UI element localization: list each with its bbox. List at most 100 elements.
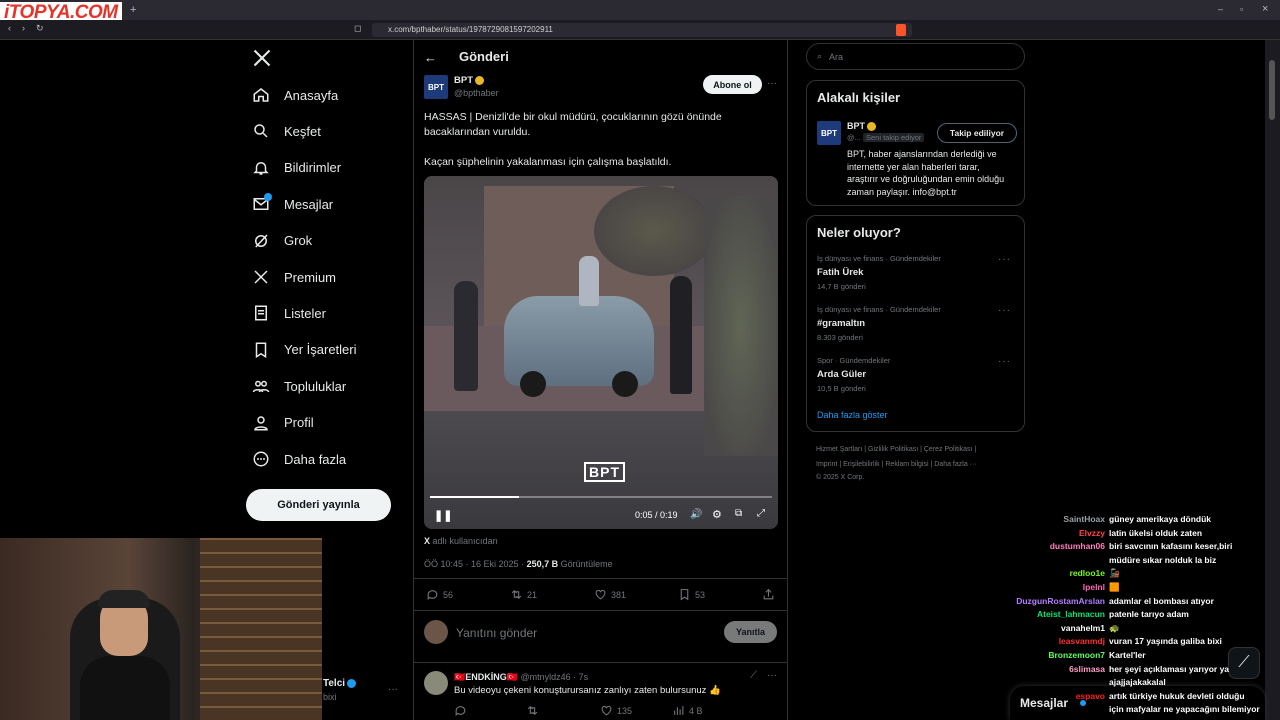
- nav-item[interactable]: Anasayfa: [252, 83, 338, 107]
- reply-avatar[interactable]: [424, 671, 448, 695]
- related-title: Alakalı kişiler: [817, 90, 901, 105]
- bookmark-action[interactable]: 53: [678, 588, 705, 601]
- nav-item-label: Listeler: [284, 305, 326, 321]
- volume-icon[interactable]: 🔊: [690, 509, 702, 520]
- trend-item[interactable]: İş dünyası ve finans · Gündemdekiler #gra…: [817, 305, 1017, 342]
- account-name[interactable]: Telci: [323, 678, 357, 689]
- video-progress-track[interactable]: [430, 496, 772, 498]
- back-arrow-icon[interactable]: ‹: [8, 23, 11, 33]
- chat-username: 6slimasa: [1069, 663, 1105, 674]
- post-meta: ÖÖ 10:45 · 16 Eki 2025 · 250,7 B Görüntü…: [424, 559, 613, 569]
- nav-item[interactable]: Premium: [252, 265, 336, 289]
- chat-username: redloo1e: [1069, 568, 1105, 579]
- chat-message: 6slimasa her şeyi açıklaması yarıyor ya: [1000, 664, 1280, 674]
- new-tab-button[interactable]: +: [130, 4, 136, 16]
- footer-links[interactable]: Imprint | Erişilebilirlik | Reklam bilgi…: [816, 461, 977, 468]
- pip-icon[interactable]: ⧉: [735, 508, 742, 519]
- pause-icon[interactable]: ❚❚: [434, 509, 452, 522]
- grok-icon[interactable]: ⟋: [750, 670, 757, 681]
- source-attribution[interactable]: X adlı kullanıcıdan: [424, 536, 498, 546]
- chat-username: Ipelnl: [1082, 582, 1105, 592]
- chat-text: Kartel'ler: [1109, 650, 1146, 660]
- settings-icon[interactable]: ⚙: [712, 508, 722, 521]
- chat-username: Ateist_lahmacun: [1036, 609, 1105, 620]
- nav-item-label: Anasayfa: [284, 87, 339, 103]
- post-button[interactable]: Gönderi yayınla: [246, 489, 391, 521]
- minimize-button[interactable]: –: [1218, 4, 1223, 14]
- x-logo-icon[interactable]: [252, 48, 272, 73]
- fullscreen-icon[interactable]: ⤢: [757, 508, 765, 519]
- chat-text: latin ükelsi olduk zaten: [1109, 527, 1203, 538]
- footer-links[interactable]: Hizmet Şartları | Gizlilik Politikası | …: [816, 446, 976, 453]
- chat-username: leasvanmdj: [1058, 636, 1105, 647]
- trend-item[interactable]: İş dünyası ve finans · Gündemdekiler Fati…: [817, 254, 1017, 291]
- reply-like-action[interactable]: 135: [600, 704, 632, 717]
- back-icon[interactable]: ←: [424, 50, 437, 65]
- nav-item[interactable]: Profil: [252, 411, 314, 435]
- like-action[interactable]: 381: [594, 588, 626, 601]
- maximize-button[interactable]: ▫: [1240, 4, 1243, 14]
- nav-item-label: Daha fazla: [284, 451, 347, 467]
- show-more-link[interactable]: Daha fazla göster: [817, 410, 888, 420]
- chat-username: Elvzzy: [1079, 527, 1105, 538]
- my-avatar: [424, 620, 448, 644]
- nav-item-label: Mesajlar: [284, 196, 334, 212]
- divider: [414, 662, 787, 663]
- following-button[interactable]: Takip ediliyor: [937, 123, 1017, 143]
- chat-text: güney amerikaya döndük: [1109, 514, 1212, 524]
- nav-item[interactable]: Bildirimler: [252, 156, 341, 180]
- chat-text: patenle tarıyo adam: [1109, 609, 1189, 620]
- brave-shield-icon[interactable]: [896, 24, 906, 36]
- related-people-card: Alakalı kişiler BPT BPT @... Seni takip …: [806, 80, 1025, 206]
- repost-action[interactable]: 21: [510, 588, 537, 601]
- chat-text: 🐢: [1109, 622, 1120, 633]
- related-name[interactable]: BPT: [847, 121, 876, 132]
- nav-item[interactable]: Daha fazla: [252, 447, 346, 471]
- nav-item[interactable]: Topluluklar: [252, 374, 346, 398]
- reload-icon[interactable]: ↻: [36, 23, 44, 34]
- account-more-icon[interactable]: ···: [388, 684, 398, 695]
- scrollbar-thumb[interactable]: [1269, 60, 1275, 120]
- video-player[interactable]: BPT ❚❚ 0:05 / 0:19 🔊 ⚙ ⧉ ⤢: [424, 176, 778, 529]
- reply-views-action[interactable]: 4 B: [672, 704, 703, 717]
- person-icon: [254, 415, 268, 431]
- post-text: HASSAS | Denizli'de bir okul müdürü, çoc…: [424, 111, 722, 168]
- close-window-button[interactable]: ×: [1262, 3, 1268, 15]
- reply-more-icon[interactable]: ···: [767, 670, 777, 681]
- bookmark-page-icon[interactable]: ◻: [354, 23, 361, 34]
- reply-action[interactable]: 56: [426, 588, 453, 601]
- trend-more-icon[interactable]: ···: [998, 254, 1011, 265]
- related-avatar[interactable]: BPT: [817, 121, 841, 145]
- reply-reply-icon[interactable]: [454, 704, 467, 717]
- reply-input[interactable]: Yanıtını gönder: [456, 626, 537, 640]
- reply-repost-icon[interactable]: [526, 704, 539, 717]
- page-title: Gönderi: [459, 49, 509, 64]
- people-icon: [252, 380, 270, 393]
- chat-text: artık türkiye hukuk devleti olduğu: [1109, 690, 1245, 701]
- share-icon[interactable]: [762, 588, 775, 601]
- nav-item[interactable]: Listeler: [252, 301, 326, 325]
- video-tree: [594, 186, 714, 276]
- chat-text: ajajjajakakalal: [1109, 677, 1166, 688]
- chat-message: Bronzemoon7 Kartel'ler: [1000, 650, 1280, 660]
- trend-more-icon[interactable]: ···: [998, 356, 1011, 367]
- nav-item-label: Profil: [284, 415, 314, 431]
- trend-item[interactable]: Spor · Gündemdekiler Arda Güler 10,5 B gön…: [817, 356, 1017, 393]
- nav-item[interactable]: Yer İşaretleri: [252, 338, 357, 362]
- nav-item[interactable]: Grok: [252, 229, 312, 253]
- author-avatar[interactable]: BPT: [424, 75, 448, 99]
- search-input[interactable]: Ara: [829, 52, 843, 62]
- author-handle[interactable]: @bpthaber: [454, 88, 499, 98]
- post-more-icon[interactable]: ···: [767, 78, 777, 89]
- search-box[interactable]: ⌕ Ara: [806, 43, 1025, 70]
- trend-more-icon[interactable]: ···: [998, 305, 1011, 316]
- nav-item-label: Premium: [284, 269, 337, 285]
- chat-username: espavo: [1075, 690, 1105, 701]
- author-name[interactable]: BPT: [454, 75, 484, 86]
- subscribe-button[interactable]: Abone ol: [703, 75, 762, 94]
- url-field[interactable]: x.com/bpthaber/status/197872908159720291…: [372, 23, 912, 37]
- video-progress-fill: [430, 496, 519, 498]
- reply-button[interactable]: Yanıtla: [724, 621, 777, 643]
- forward-arrow-icon[interactable]: ›: [22, 23, 25, 33]
- nav-item[interactable]: Keşfet: [252, 119, 321, 143]
